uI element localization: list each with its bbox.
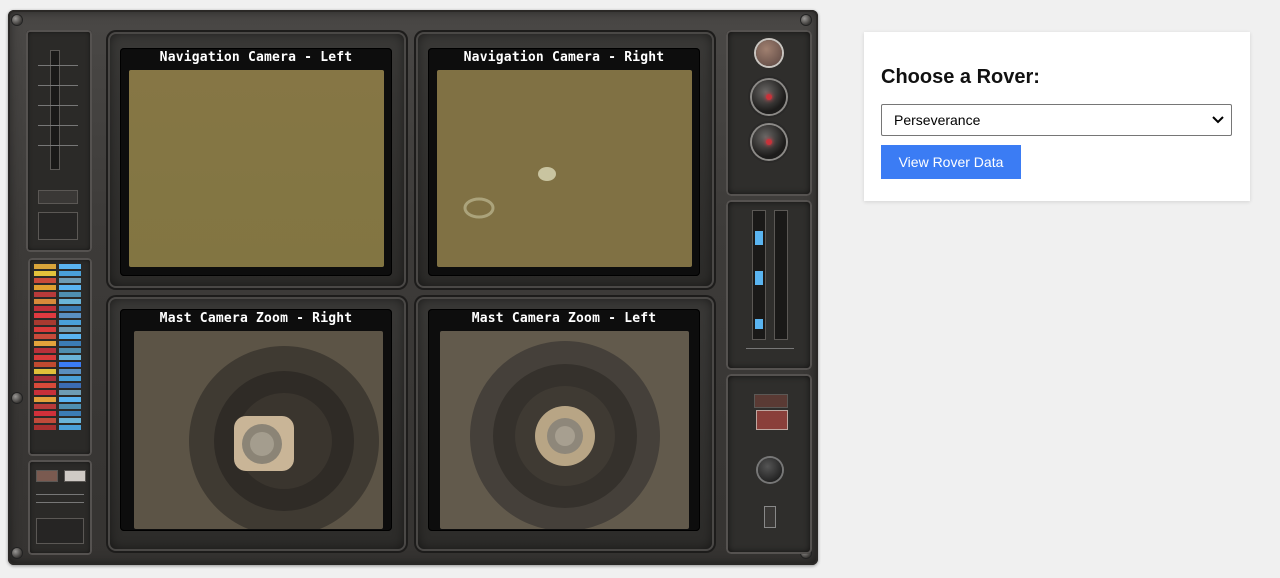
screw-icon [12,393,22,403]
nav-camera-right-screen: Navigation Camera - Right [428,48,700,276]
mast-camera-zoom-left-feed [440,331,689,529]
joystick-button[interactable] [758,458,782,482]
vertical-slider[interactable] [774,210,788,340]
mast-camera-zoom-right-screen: Mast Camera Zoom - Right [120,309,392,531]
toggle-switch[interactable] [64,470,86,482]
rover-select[interactable]: Perseverance [881,104,1232,136]
switch-panel [726,374,812,554]
slider-indicator [755,271,763,285]
slider-panel [726,200,812,370]
chevron-down-icon [1212,113,1224,127]
vent-grille [38,212,78,240]
screw-icon [801,15,811,25]
slider-indicator [755,231,763,245]
rover-picker-heading: Choose a Rover: [881,66,1040,88]
vent-grille [36,518,84,544]
screen-title: Mast Camera Zoom - Left [471,311,657,326]
screen-title: Navigation Camera - Right [463,50,665,65]
screw-icon [12,15,22,25]
nav-camera-left-screen: Navigation Camera - Left [120,48,392,276]
left-switch-panel [28,460,92,555]
indicator-lamp [754,394,788,408]
mast-camera-zoom-left-screen: Mast Camera Zoom - Left [428,309,700,531]
slider-indicator [755,319,763,329]
view-rover-data-button[interactable]: View Rover Data [881,145,1021,179]
screen-bezel: Navigation Camera - Left [106,30,408,290]
screen-title: Mast Camera Zoom - Right [159,311,353,326]
screw-icon [12,548,22,558]
screen-bezel: Mast Camera Zoom - Left [414,295,716,553]
control-knob[interactable] [752,125,786,159]
nav-camera-left-feed [129,70,384,267]
toggle-switch[interactable] [36,470,58,482]
power-button[interactable] [756,40,782,66]
rover-select-value: Perseverance [894,112,981,128]
mast-camera-zoom-right-feed [134,331,383,529]
vertical-slider[interactable] [752,210,766,340]
nav-camera-right-feed [437,70,692,267]
alert-button[interactable] [756,410,788,430]
screen-bezel: Navigation Camera - Right [414,30,716,290]
control-knob[interactable] [752,80,786,114]
status-led-panel [28,258,92,456]
vertical-gauge [50,50,60,170]
rover-camera-console: Navigation Camera - Left Navigation Came… [8,10,818,565]
knob-panel [726,30,812,196]
screen-bezel: Mast Camera Zoom - Right [106,295,408,553]
toggle-switch[interactable] [764,506,776,528]
rover-picker-card: Choose a Rover: Perseverance View Rover … [864,32,1250,201]
gauge-readout [38,190,78,204]
screen-title: Navigation Camera - Left [159,50,353,65]
left-gauge-panel [26,30,92,252]
